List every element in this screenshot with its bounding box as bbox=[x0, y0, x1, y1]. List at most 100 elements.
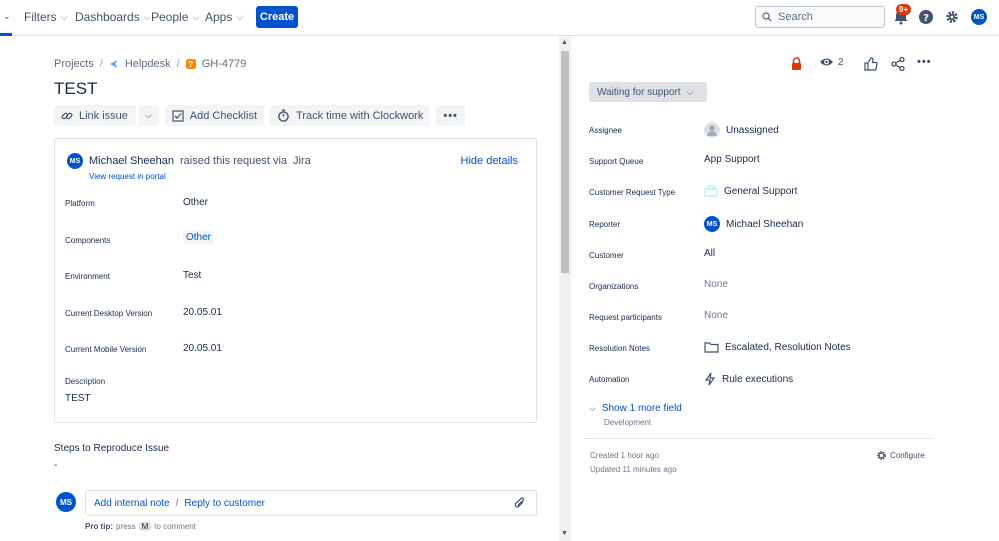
issue-title[interactable]: TEST bbox=[54, 79, 97, 99]
link-issue-button[interactable]: Link issue bbox=[54, 105, 136, 126]
pro-tip-label: Pro tip: bbox=[85, 522, 113, 531]
active-nav-indicator bbox=[0, 33, 12, 36]
chevron-down-icon: ⌵ bbox=[192, 11, 200, 22]
watchers-button[interactable]: 2 bbox=[819, 56, 844, 68]
nav-dashboards[interactable]: Dashboards ⌵ bbox=[75, 10, 151, 24]
create-button[interactable]: Create bbox=[256, 6, 298, 28]
notification-badge: 9+ bbox=[896, 4, 912, 15]
gear-icon bbox=[877, 451, 886, 460]
comment-separator: / bbox=[175, 497, 179, 509]
field-label-customer: Customer bbox=[589, 251, 624, 260]
link-issue-dropdown-button[interactable]: ⌵ bbox=[137, 105, 159, 126]
settings-gear-icon[interactable] bbox=[944, 9, 960, 25]
chevron-down-icon[interactable]: ⌄ bbox=[3, 11, 11, 22]
nav-filters[interactable]: Filters ⌵ bbox=[24, 10, 68, 24]
scroll-up-arrow-icon[interactable]: ▲ bbox=[561, 39, 568, 46]
organizations-value: None bbox=[704, 279, 728, 290]
field-value-support-queue[interactable]: App Support bbox=[704, 154, 760, 165]
field-value-environment[interactable]: Test bbox=[183, 270, 201, 281]
scroll-thumb[interactable] bbox=[561, 51, 569, 273]
reporter-avatar: MS bbox=[704, 216, 720, 232]
breadcrumb-issue-key[interactable]: GH-4779 bbox=[202, 58, 247, 70]
search-icon bbox=[762, 12, 772, 22]
raiser-avatar: MS bbox=[67, 153, 83, 169]
add-checklist-button[interactable]: Add Checklist bbox=[164, 105, 265, 126]
issue-type-icon: ? bbox=[185, 59, 196, 69]
raised-by-line: MS Michael Sheehan raised this request v… bbox=[67, 153, 311, 169]
configure-button[interactable]: Configure bbox=[876, 450, 925, 461]
field-label-desktop-version: Current Desktop Version bbox=[65, 309, 153, 318]
hide-details-link[interactable]: Hide details bbox=[461, 155, 518, 167]
nav-apps-label: Apps bbox=[205, 10, 233, 24]
field-value-desktop-version[interactable]: 20.05.01 bbox=[183, 307, 222, 318]
field-value-mobile-version[interactable]: 20.05.01 bbox=[183, 343, 222, 354]
top-navigation: ⌄ Filters ⌵ Dashboards ⌵ People ⌵ Apps ⌵… bbox=[0, 0, 999, 36]
nav-people-label: People bbox=[151, 10, 189, 24]
breadcrumb-project[interactable]: Helpdesk bbox=[125, 58, 171, 70]
breadcrumb: Projects / Helpdesk / ? GH-4779 bbox=[54, 58, 246, 70]
field-value-request-type[interactable]: General Support bbox=[704, 185, 797, 197]
scroll-down-arrow-icon[interactable]: ▼ bbox=[561, 530, 568, 537]
breadcrumb-separator: / bbox=[176, 58, 180, 70]
field-value-platform[interactable]: Other bbox=[183, 197, 208, 208]
chevron-down-icon: ⌵ bbox=[236, 11, 244, 22]
request-type-value: General Support bbox=[724, 185, 798, 197]
track-time-button[interactable]: Track time with Clockwork bbox=[270, 105, 431, 126]
field-label-description: Description bbox=[65, 377, 106, 386]
field-label-environment: Environment bbox=[65, 272, 110, 281]
field-value-customer[interactable]: All bbox=[704, 248, 715, 259]
chevron-down-icon: ⌵ bbox=[686, 86, 694, 97]
checklist-icon bbox=[172, 109, 184, 122]
help-icon[interactable]: ? bbox=[918, 9, 934, 25]
view-request-in-portal-link[interactable]: View request in portal bbox=[89, 172, 166, 181]
show-more-label: Show 1 more field bbox=[601, 403, 682, 414]
issue-sidebar: 2 ••• Waiting for support ⌵ Assignee Una… bbox=[571, 37, 999, 541]
breadcrumb-projects[interactable]: Projects bbox=[54, 58, 94, 70]
pro-tip-key: M bbox=[138, 522, 152, 531]
reply-to-customer-button[interactable]: Reply to customer bbox=[184, 498, 265, 509]
attachment-icon[interactable] bbox=[514, 497, 526, 510]
comment-box[interactable]: Add internal note / Reply to customer bbox=[85, 490, 537, 516]
folder-icon bbox=[704, 342, 719, 353]
field-value-resolution-notes[interactable]: Escalated, Resolution Notes bbox=[704, 341, 851, 353]
field-value-organizations[interactable]: None bbox=[704, 279, 728, 290]
steps-to-reproduce-value[interactable]: - bbox=[54, 460, 57, 471]
track-time-label: Track time with Clockwork bbox=[296, 109, 424, 122]
search-placeholder: Search bbox=[778, 11, 813, 23]
breadcrumb-separator: / bbox=[99, 58, 103, 70]
status-dropdown-button[interactable]: Waiting for support ⌵ bbox=[589, 82, 707, 102]
more-actions-button[interactable]: ••• bbox=[436, 105, 465, 126]
field-label-assignee: Assignee bbox=[589, 126, 622, 135]
comment-avatar: MS bbox=[56, 492, 76, 512]
request-details-card: MS Michael Sheehan raised this request v… bbox=[54, 138, 537, 423]
nav-filters-label: Filters bbox=[24, 10, 57, 24]
field-label-support-queue: Support Queue bbox=[589, 157, 644, 166]
show-more-fields-button[interactable]: ⌵ Show 1 more field bbox=[589, 403, 682, 414]
svg-text:?: ? bbox=[923, 13, 929, 24]
created-timestamp: Created 1 hour ago bbox=[590, 451, 659, 460]
field-label-resolution-notes: Resolution Notes bbox=[589, 344, 650, 353]
field-value-request-participants[interactable]: None bbox=[704, 310, 728, 321]
eye-icon bbox=[820, 58, 833, 66]
search-input[interactable]: Search bbox=[755, 6, 885, 28]
field-label-mobile-version: Current Mobile Version bbox=[65, 345, 147, 354]
field-value-components[interactable]: Other bbox=[183, 231, 215, 244]
nav-people[interactable]: People ⌵ bbox=[151, 10, 199, 24]
thumbs-up-icon[interactable] bbox=[864, 57, 878, 71]
field-value-reporter[interactable]: MS Michael Sheehan bbox=[704, 216, 803, 232]
assignee-value: Unassigned bbox=[726, 124, 779, 136]
field-value-assignee[interactable]: Unassigned bbox=[704, 122, 779, 138]
main-scrollbar[interactable]: ▲ ▼ bbox=[559, 37, 571, 541]
field-label-reporter: Reporter bbox=[589, 220, 621, 229]
field-value-description[interactable]: TEST bbox=[65, 393, 91, 404]
add-internal-note-button[interactable]: Add internal note bbox=[94, 498, 170, 509]
user-avatar[interactable]: MS bbox=[971, 9, 987, 25]
updated-timestamp: Updated 11 minutes ago bbox=[590, 465, 677, 474]
sidebar-more-icon[interactable]: ••• bbox=[917, 56, 932, 68]
field-label-request-participants: Request participants bbox=[589, 313, 662, 322]
share-icon[interactable] bbox=[891, 57, 905, 71]
nav-apps[interactable]: Apps ⌵ bbox=[205, 10, 243, 24]
field-value-automation[interactable]: Rule executions bbox=[704, 372, 793, 386]
lock-icon[interactable] bbox=[791, 57, 802, 71]
raiser-name[interactable]: Michael Sheehan bbox=[89, 155, 174, 167]
